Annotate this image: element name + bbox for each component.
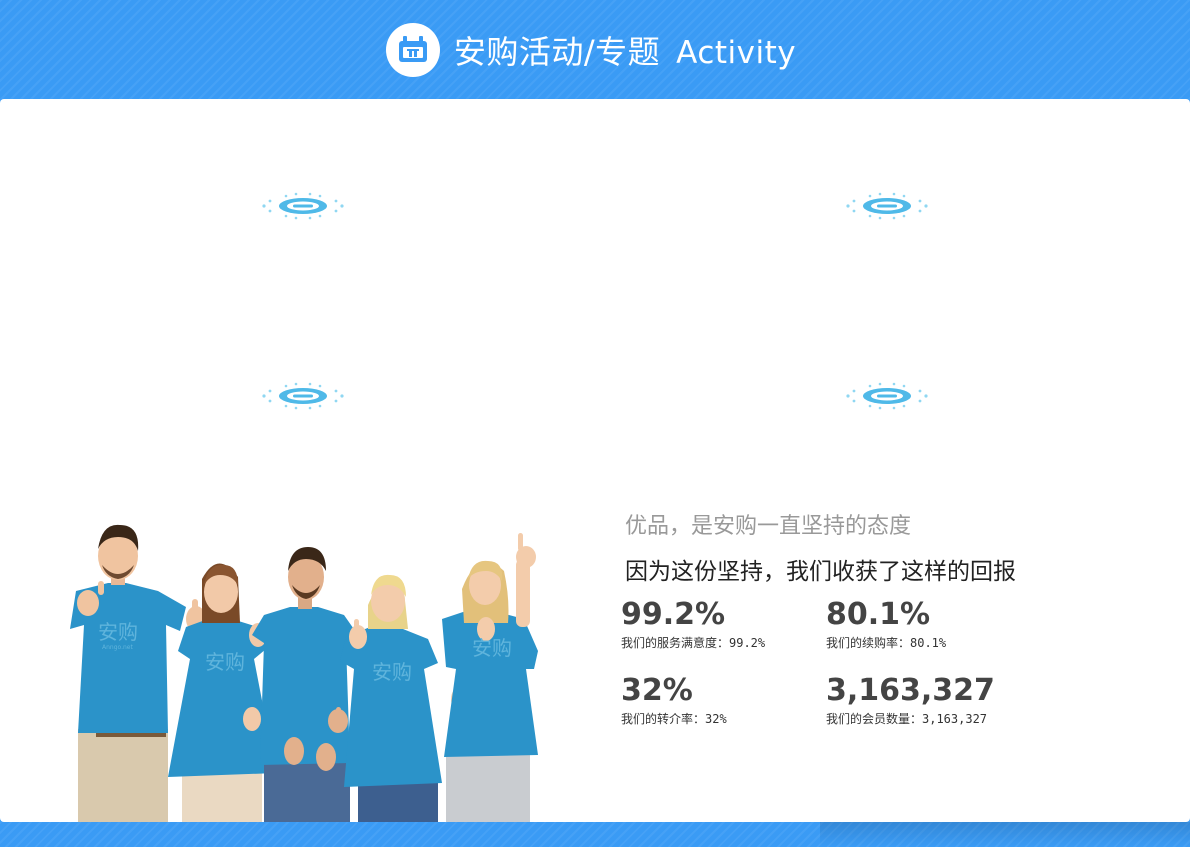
panel-shadow [820, 822, 1190, 847]
svg-text:Anngo.net: Anngo.net [102, 644, 133, 651]
svg-text:安购: 安购 [372, 660, 412, 684]
svg-text:安购: 安购 [205, 650, 245, 674]
stat-label: 我们的服务满意度：99.2% [621, 636, 766, 650]
loading-spinner-icon [262, 382, 344, 410]
team-member-5: 安购 [442, 533, 538, 822]
stat-referral-rate: 32% 我们的转介率：32% [621, 674, 821, 727]
stat-value: 80.1% [826, 597, 931, 632]
loading-spinner-icon [846, 192, 928, 220]
team-photo: 安购 Anngo.net 安购 安购 安购 [70, 524, 538, 822]
page-title-cn: 安购活动/专题 [453, 32, 661, 71]
svg-text:安购: 安购 [472, 636, 512, 660]
stat-value: 99.2% [621, 597, 726, 632]
loading-spinner-icon [846, 382, 928, 410]
slogan-secondary: 因为这份坚持，我们收获了这样的回报 [625, 558, 1016, 584]
slogan-primary: 优品，是安购一直坚持的态度 [625, 513, 912, 538]
stat-label: 我们的转介率：32% [621, 712, 727, 726]
svg-text:安购: 安购 [98, 620, 138, 644]
stat-repurchase-rate: 80.1% 我们的续购率：80.1% [826, 598, 1026, 651]
stat-member-count: 3,163,327 我们的会员数量：3,163,327 [826, 674, 1026, 727]
content-panel: 安购 Anngo.net 安购 安购 安购 优品，是安购一直坚持的态度 因为这份… [0, 99, 1190, 822]
activity-banner-3[interactable] [253, 376, 353, 416]
activity-banner-4[interactable] [837, 376, 937, 416]
page-header: 安购活动/专题 Activity [0, 0, 1190, 99]
activity-banner-1[interactable] [253, 186, 353, 226]
stat-satisfaction: 99.2% 我们的服务满意度：99.2% [621, 598, 821, 651]
activity-banner-2[interactable] [837, 186, 937, 226]
team-member-3 [252, 547, 358, 822]
page-title-en: Activity [676, 34, 797, 71]
stat-label: 我们的会员数量：3,163,327 [826, 712, 988, 726]
stat-grid: 99.2% 我们的服务满意度：99.2% 80.1% 我们的续购率：80.1% … [621, 598, 1041, 738]
team-member-2: 安购 [168, 563, 276, 822]
stat-label: 我们的续购率：80.1% [826, 636, 947, 650]
calendar-gift-icon [385, 22, 440, 77]
loading-spinner-icon [262, 192, 344, 220]
stat-value: 3,163,327 [826, 673, 995, 708]
stats-section: 优品，是安购一直坚持的态度 因为这份坚持，我们收获了这样的回报 99.2% 我们… [621, 508, 1121, 726]
page-title: 安购活动/专题 Activity [454, 27, 796, 73]
stat-value: 32% [621, 673, 693, 708]
